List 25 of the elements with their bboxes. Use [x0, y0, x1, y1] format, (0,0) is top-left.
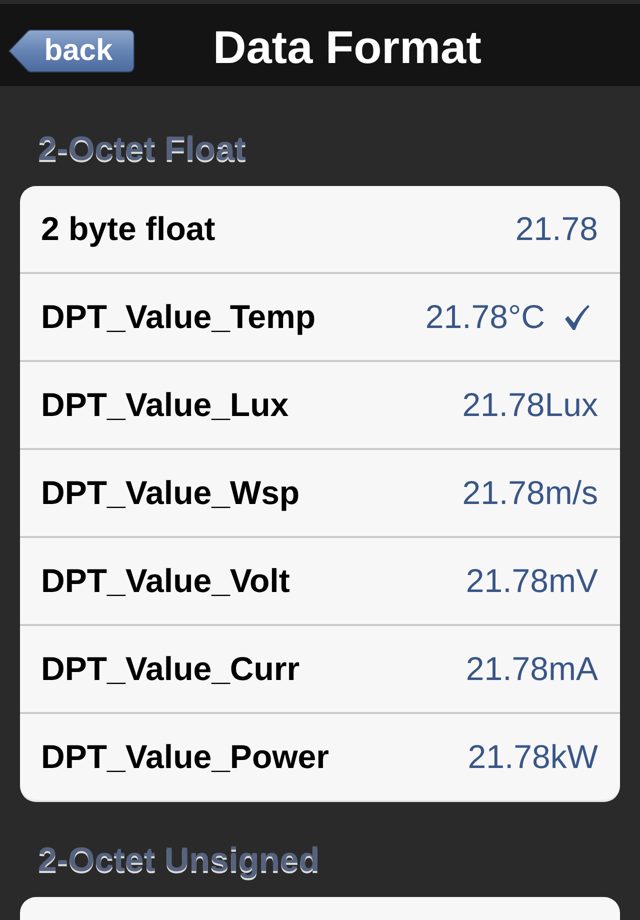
section-header: 2-Octet Float	[38, 130, 247, 168]
table-row[interactable]: 2 byte float 21.78	[20, 186, 620, 272]
row-value: 21.78Lux	[462, 385, 598, 426]
row-label: DPT_Value_Temp	[41, 297, 316, 338]
table-row[interactable]: DPT_Value_Volt 21.78mV	[20, 536, 620, 624]
row-label: DPT_Value_Curr	[41, 649, 300, 690]
row-value: 21.78°C	[425, 297, 545, 338]
row-label: DPT_Value_Power	[41, 737, 329, 778]
row-label: DPT_Value_Volt	[41, 561, 290, 602]
row-value: 21.78m/s	[462, 473, 598, 514]
table-row[interactable]: DPT_Value_Curr 21.78mA	[20, 624, 620, 712]
table-row[interactable]: DPT_Value_Wsp 21.78m/s	[20, 448, 620, 536]
row-value: 21.78	[515, 209, 598, 250]
back-button[interactable]: back	[8, 29, 135, 73]
row-value: 21.78mV	[466, 561, 598, 602]
table-row[interactable]: DPT_Value_Power 21.78kW	[20, 712, 620, 800]
row-label: DPT_Value_Lux	[41, 385, 289, 426]
row-value: 21.78mA	[466, 649, 598, 690]
table-row[interactable]: DPT_Value_Lux 21.78Lux	[20, 360, 620, 448]
row-label: DPT_Value_Wsp	[41, 473, 300, 514]
section-header: 2-Octet Unsigned	[38, 841, 320, 879]
table-row[interactable]: DPT_Value_Temp 21.78°C	[20, 272, 620, 360]
nav-title: Data Format	[213, 24, 482, 70]
row-value: 21.78kW	[468, 737, 598, 778]
row-label: 2 byte float	[41, 209, 216, 250]
